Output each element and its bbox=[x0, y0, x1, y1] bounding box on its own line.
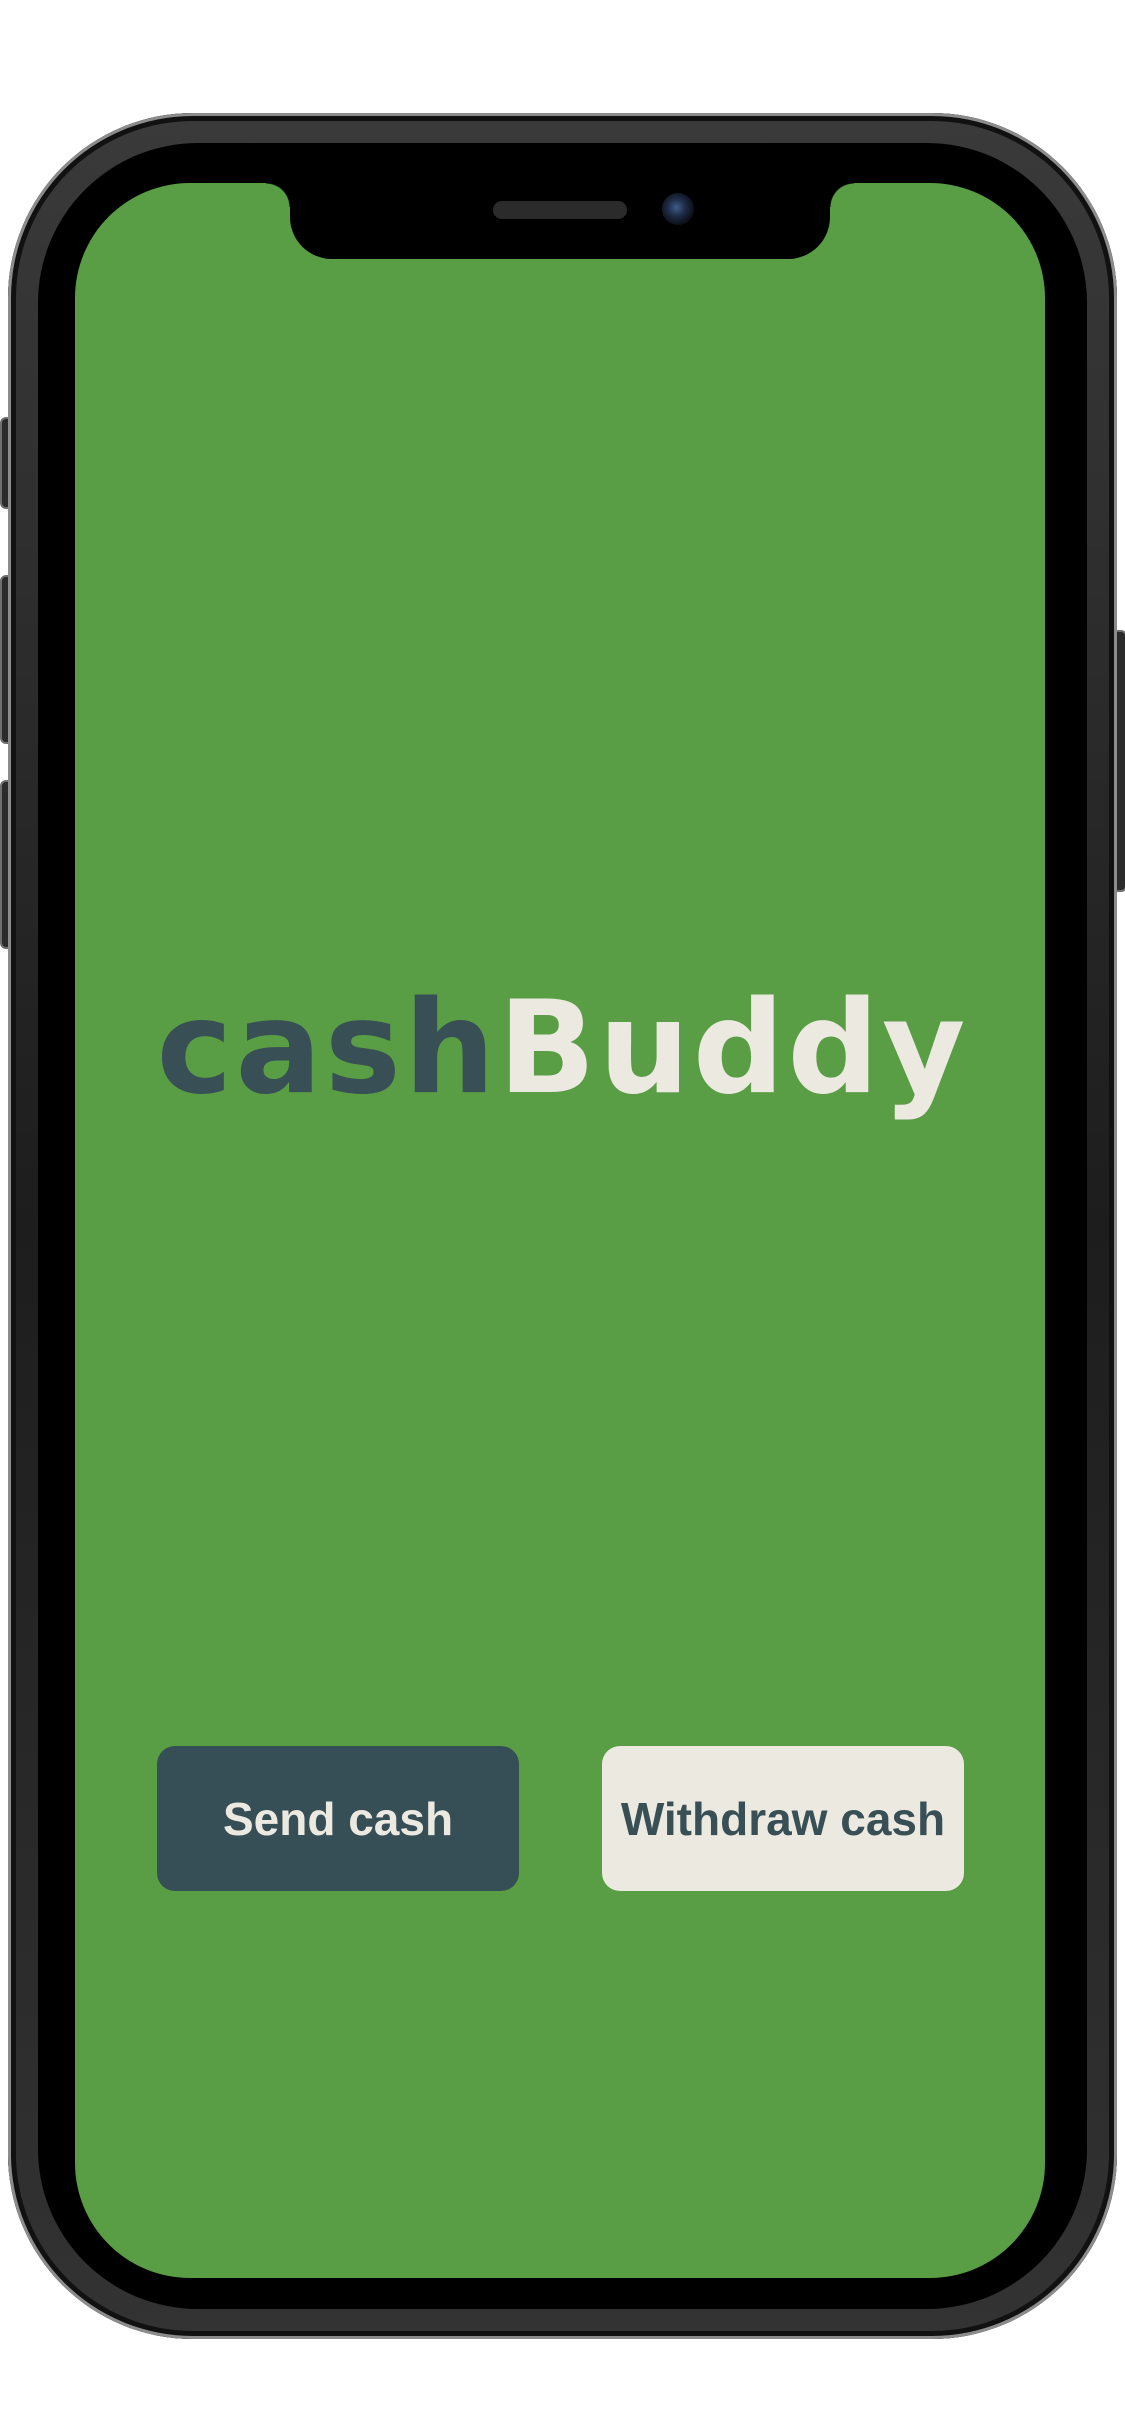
withdraw-cash-button[interactable]: Withdraw cash bbox=[602, 1746, 964, 1891]
app-screen bbox=[75, 183, 1045, 2278]
logo-text-buddy: Buddy bbox=[498, 974, 969, 1123]
send-cash-button[interactable]: Send cash bbox=[157, 1746, 519, 1891]
front-camera-icon bbox=[662, 193, 694, 225]
page: cashBuddy Send cash Withdraw cash bbox=[0, 0, 1125, 2436]
logo-text-cash: cash bbox=[156, 974, 499, 1123]
earpiece-speaker-icon bbox=[493, 201, 627, 219]
app-logo: cashBuddy bbox=[0, 985, 1125, 1113]
phone-notch bbox=[266, 183, 854, 259]
